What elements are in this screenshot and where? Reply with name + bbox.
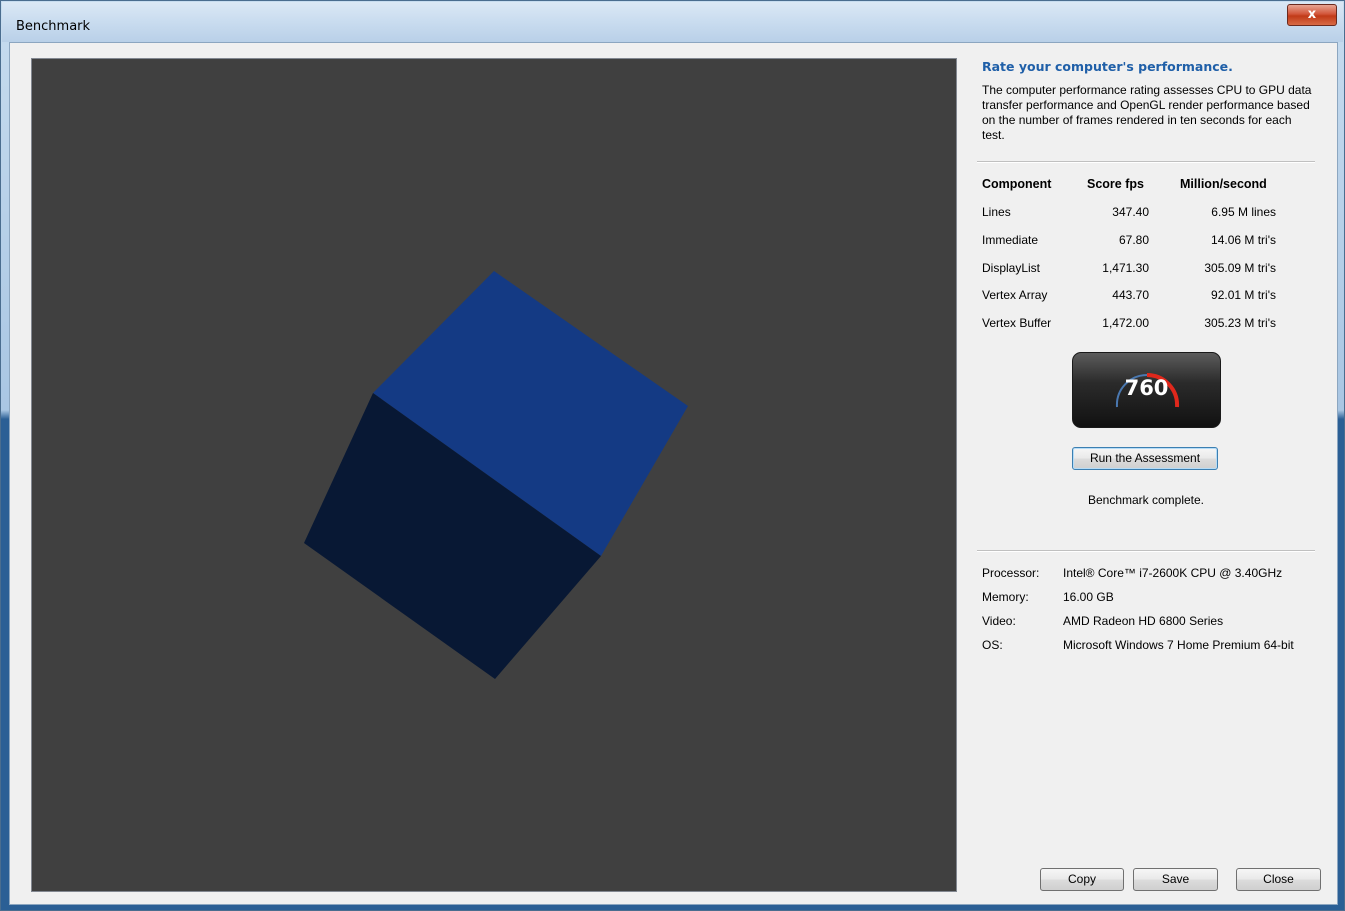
benchmark-window: Benchmark x Rate your computer's perform… xyxy=(0,0,1345,911)
cube-render xyxy=(304,271,688,679)
close-button[interactable]: Close xyxy=(1236,868,1321,891)
score-cell: 443.70 xyxy=(1112,288,1149,302)
rate-cell: 6.95 M lines xyxy=(1211,205,1276,219)
rate-cell: 14.06 M tri's xyxy=(1211,233,1276,247)
component-cell: Vertex Buffer xyxy=(982,316,1052,330)
render-viewport xyxy=(31,58,957,892)
memory-label: Memory: xyxy=(982,590,1029,604)
rating-score: 760 xyxy=(1124,376,1169,400)
title-bar[interactable]: Benchmark x xyxy=(2,2,1343,42)
component-cell: Vertex Array xyxy=(982,288,1048,302)
table-row: Vertex Array 443.70 92.01 M tri's xyxy=(982,288,1312,308)
client-area: Rate your computer's performance. The co… xyxy=(9,42,1338,905)
close-icon: x xyxy=(1307,7,1317,22)
memory-value: 16.00 GB xyxy=(1063,590,1114,604)
processor-value: Intel® Core™ i7-2600K CPU @ 3.40GHz xyxy=(1063,566,1283,580)
score-cell: 347.40 xyxy=(1112,205,1149,219)
window-close-button[interactable]: x xyxy=(1287,4,1337,26)
column-header: Score fps xyxy=(1087,177,1144,191)
copy-button[interactable]: Copy xyxy=(1040,868,1124,891)
score-cell: 1,471.30 xyxy=(1102,261,1149,275)
component-cell: DisplayList xyxy=(982,261,1041,275)
os-value: Microsoft Windows 7 Home Premium 64-bit xyxy=(1063,638,1294,652)
table-row: DisplayList 1,471.30 305.09 M tri's xyxy=(982,261,1312,281)
column-header: Component xyxy=(982,177,1052,191)
component-cell: Lines xyxy=(982,205,1011,219)
separator xyxy=(977,550,1315,552)
status-text: Benchmark complete. xyxy=(1087,493,1205,507)
panel-heading: Rate your computer's performance. xyxy=(982,59,1233,74)
column-header: Million/second xyxy=(1180,177,1267,191)
window-title: Benchmark xyxy=(16,19,91,34)
table-row: Immediate 67.80 14.06 M tri's xyxy=(982,233,1312,253)
run-assessment-button[interactable]: Run the Assessment xyxy=(1072,447,1218,470)
save-button[interactable]: Save xyxy=(1133,868,1218,891)
rate-cell: 305.09 M tri's xyxy=(1204,261,1276,275)
processor-label: Processor: xyxy=(982,566,1040,580)
separator xyxy=(977,161,1315,163)
rate-cell: 92.01 M tri's xyxy=(1211,288,1276,302)
score-cell: 67.80 xyxy=(1118,233,1149,247)
video-value: AMD Radeon HD 6800 Series xyxy=(1063,614,1224,628)
table-row: Vertex Buffer 1,472.00 305.23 M tri's xyxy=(982,316,1312,336)
performance-gauge: 760 xyxy=(1072,352,1221,428)
component-cell: Immediate xyxy=(982,233,1039,247)
table-header: Component Score fps Million/second xyxy=(982,177,1312,197)
results-panel: Rate your computer's performance. The co… xyxy=(977,43,1321,904)
panel-description: The computer performance rating assesses… xyxy=(982,83,1312,142)
table-row: Lines 347.40 6.95 M lines xyxy=(982,205,1312,225)
score-cell: 1,472.00 xyxy=(1102,316,1149,330)
rate-cell: 305.23 M tri's xyxy=(1204,316,1276,330)
os-label: OS: xyxy=(982,638,1003,652)
video-label: Video: xyxy=(982,614,1016,628)
